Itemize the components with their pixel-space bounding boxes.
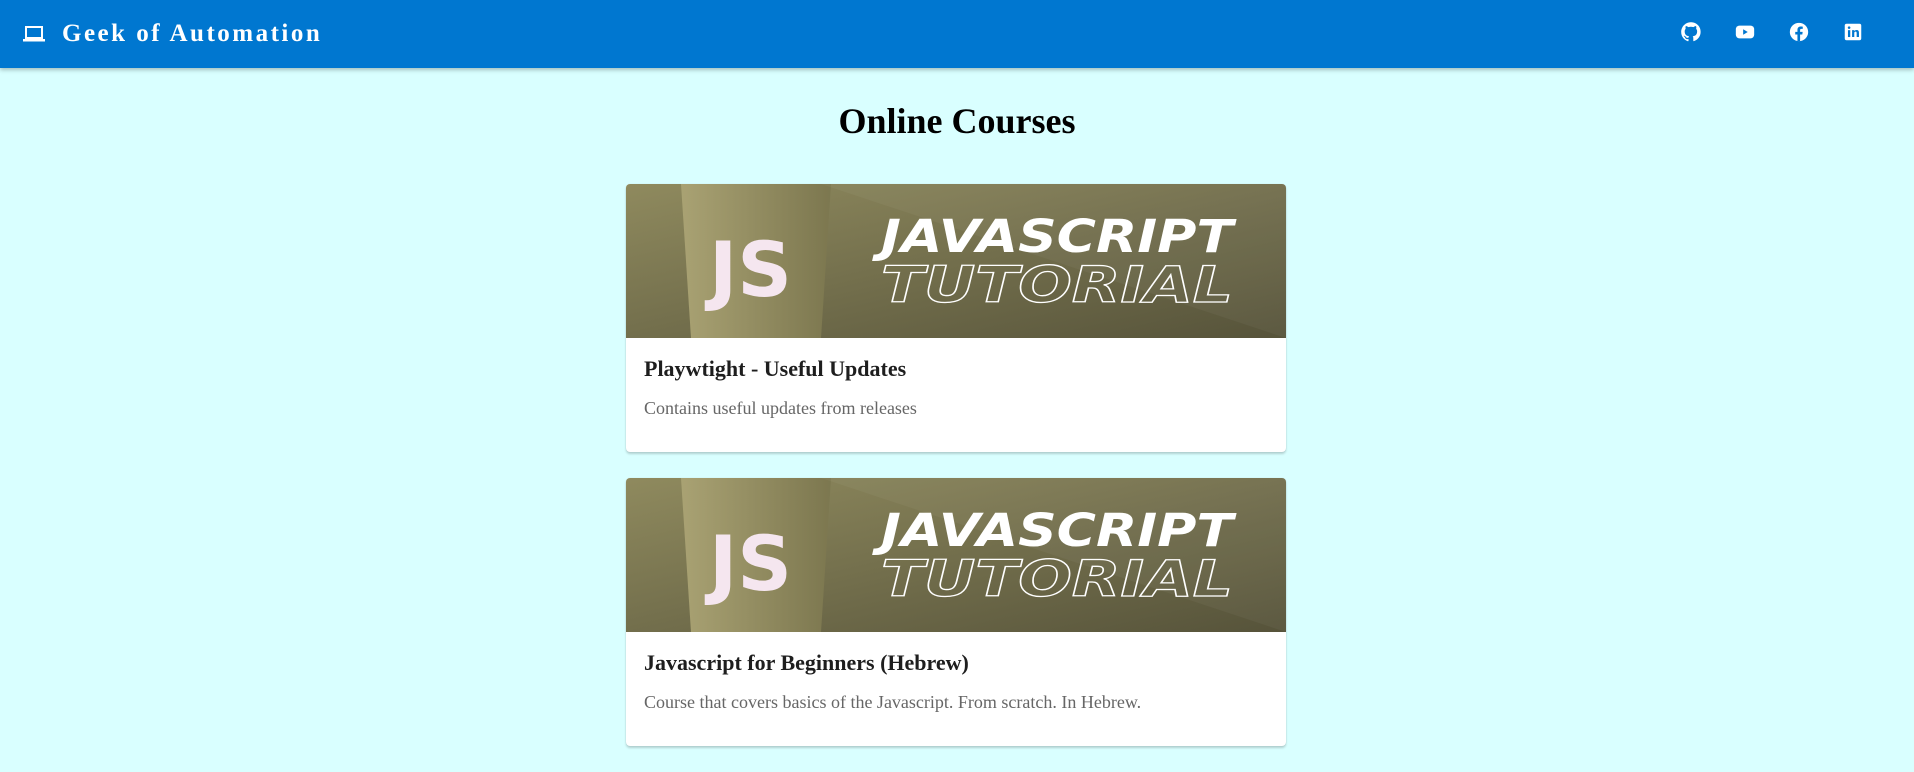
facebook-link[interactable]	[1772, 7, 1826, 61]
laptop-icon	[22, 22, 46, 46]
linkedin-link[interactable]	[1826, 7, 1880, 61]
thumbnail-line-2: TUTORIAL	[881, 550, 1233, 608]
js-badge: JS	[704, 519, 792, 608]
github-icon	[1680, 21, 1702, 48]
course-thumbnail: JS JAVASCRIPT TUTORIAL	[626, 478, 1286, 632]
youtube-icon	[1734, 21, 1756, 48]
linkedin-icon	[1842, 21, 1864, 48]
course-card[interactable]: JS JAVASCRIPT TUTORIAL Javascript for Be…	[626, 478, 1286, 746]
app-bar: Geek of Automation	[0, 0, 1914, 68]
facebook-icon	[1788, 21, 1810, 48]
course-list: JS JAVASCRIPT TUTORIAL Playwtight - Usef…	[626, 184, 1286, 772]
github-link[interactable]	[1664, 7, 1718, 61]
card-content: Playwtight - Useful Updates Contains use…	[626, 338, 1286, 452]
social-links	[1664, 0, 1880, 68]
youtube-link[interactable]	[1718, 7, 1772, 61]
brand: Geek of Automation	[22, 20, 322, 48]
course-description: Contains useful updates from releases	[644, 398, 917, 418]
card-content: Javascript for Beginners (Hebrew) Course…	[626, 632, 1286, 746]
course-card[interactable]: JS JAVASCRIPT TUTORIAL Playwtight - Usef…	[626, 184, 1286, 452]
js-badge: JS	[704, 225, 792, 314]
course-thumbnail: JS JAVASCRIPT TUTORIAL	[626, 184, 1286, 338]
thumbnail-line-2: TUTORIAL	[881, 256, 1233, 314]
page-title: Online Courses	[838, 101, 1076, 141]
course-title: Playwtight - Useful Updates	[644, 356, 907, 381]
course-title: Javascript for Beginners (Hebrew)	[644, 650, 969, 675]
site-title: Geek of Automation	[62, 20, 323, 47]
course-description: Course that covers basics of the Javascr…	[644, 692, 1142, 712]
